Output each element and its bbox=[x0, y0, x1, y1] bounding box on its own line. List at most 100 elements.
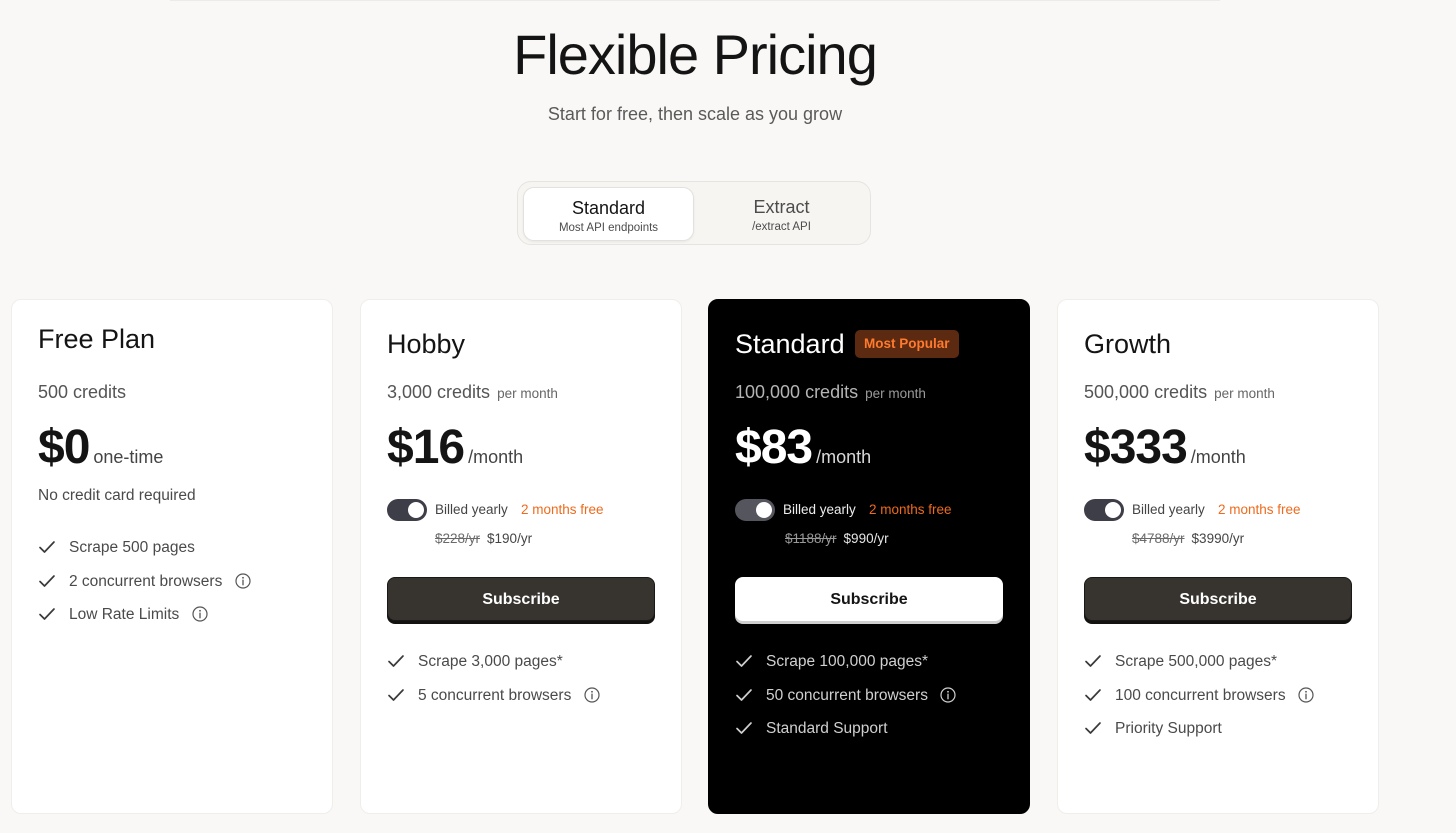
page-subtitle: Start for free, then scale as you grow bbox=[547, 104, 843, 124]
info-icon[interactable] bbox=[1298, 686, 1314, 703]
billed-yearly-toggle[interactable] bbox=[735, 499, 775, 521]
yearly-price-row: $1188/yr $990/yr bbox=[785, 531, 889, 546]
plan-price-unit: /month bbox=[1190, 447, 1246, 467]
feature-item: 5 concurrent browsers bbox=[387, 686, 600, 720]
billed-yearly-toggle[interactable] bbox=[1084, 499, 1124, 521]
plan-credits-period: per month bbox=[497, 386, 558, 401]
plan-name: Growth bbox=[1084, 329, 1172, 359]
toggle-knob bbox=[408, 502, 424, 518]
feature-item: Standard Support bbox=[735, 719, 956, 753]
old-yearly-price: $228/yr bbox=[435, 531, 481, 546]
feature-text: Scrape 100,000 pages* bbox=[766, 653, 929, 670]
feature-text: Scrape 500,000 pages* bbox=[1115, 653, 1278, 670]
subscribe-button[interactable]: Subscribe bbox=[1084, 577, 1352, 621]
info-icon[interactable] bbox=[584, 686, 600, 703]
check-icon bbox=[1085, 688, 1101, 701]
feature-text: 2 concurrent browsers bbox=[69, 572, 223, 590]
old-yearly-price: $4788/yr bbox=[1132, 531, 1185, 546]
product-toggle-standard-sublabel: Most API endpoints bbox=[558, 222, 659, 234]
plan-price: $16/month bbox=[387, 418, 523, 487]
plan-name: Hobby bbox=[387, 329, 466, 359]
plan-price-amount: $16 bbox=[387, 421, 465, 474]
months-free-label: 2 months free bbox=[521, 502, 604, 517]
plan-price-amount: $83 bbox=[735, 421, 813, 474]
feature-list: Scrape 500 pages 2 concurrent browsers L… bbox=[38, 538, 251, 639]
new-yearly-price: $190/yr bbox=[487, 531, 533, 546]
billed-yearly-label: Billed yearly bbox=[435, 502, 508, 517]
feature-item: Scrape 3,000 pages* bbox=[387, 652, 600, 686]
plan-card-standard: Standard Most Popular 100,000 credits pe… bbox=[708, 299, 1030, 814]
feature-text: 50 concurrent browsers bbox=[766, 686, 928, 704]
info-icon[interactable] bbox=[235, 572, 251, 589]
yearly-price-row: $4788/yr $3990/yr bbox=[1132, 531, 1244, 546]
billed-yearly-toggle[interactable] bbox=[387, 499, 427, 521]
plan-name: Standard bbox=[735, 329, 845, 359]
feature-list: Scrape 500,000 pages* 100 concurrent bro… bbox=[1084, 652, 1314, 753]
plan-price-unit: /month bbox=[468, 447, 524, 467]
check-icon bbox=[39, 608, 55, 620]
feature-item: Scrape 500 pages bbox=[38, 538, 251, 572]
subscribe-button[interactable]: Subscribe bbox=[387, 577, 655, 621]
page-title: Flexible Pricing bbox=[513, 23, 878, 86]
check-icon bbox=[388, 688, 404, 701]
product-toggle-extract-label: Extract bbox=[753, 197, 810, 217]
top-divider bbox=[170, 0, 1220, 1]
feature-item: 50 concurrent browsers bbox=[735, 686, 956, 720]
billed-yearly-label: Billed yearly bbox=[1132, 502, 1205, 517]
product-toggle-extract-sublabel: /extract API bbox=[752, 221, 811, 233]
subscribe-button[interactable]: Subscribe bbox=[735, 577, 1003, 621]
check-icon bbox=[388, 655, 404, 667]
info-icon[interactable] bbox=[191, 606, 208, 622]
feature-text: 100 concurrent browsers bbox=[1115, 686, 1286, 704]
product-toggle: Standard Most API endpoints Extract /ext… bbox=[517, 181, 871, 245]
check-icon bbox=[736, 688, 752, 701]
feature-list: Scrape 100,000 pages* 50 concurrent brow… bbox=[735, 652, 956, 753]
new-yearly-price: $3990/yr bbox=[1191, 531, 1245, 546]
check-icon bbox=[1085, 655, 1101, 667]
plan-name: Free Plan bbox=[38, 324, 156, 354]
plan-credits-amount: 3,000 credits bbox=[387, 382, 491, 402]
check-icon bbox=[736, 722, 752, 734]
plan-credits-amount: 500 credits bbox=[38, 382, 127, 402]
product-toggle-extract[interactable]: Extract /extract API bbox=[696, 187, 867, 241]
check-icon bbox=[1085, 722, 1101, 734]
feature-text: Scrape 3,000 pages* bbox=[418, 653, 563, 670]
old-yearly-price: $1188/yr bbox=[785, 531, 837, 546]
plan-price-unit: one-time bbox=[93, 447, 164, 467]
feature-item: 2 concurrent browsers bbox=[38, 572, 251, 606]
plan-price: $333/month bbox=[1084, 418, 1246, 487]
yearly-price-row: $228/yr $190/yr bbox=[435, 531, 532, 546]
plan-credits: 500,000 credits per month bbox=[1084, 382, 1275, 403]
feature-text: Low Rate Limits bbox=[69, 606, 180, 623]
plan-price: $0 one-time bbox=[38, 418, 163, 487]
plan-price: $83/month bbox=[735, 418, 871, 487]
feature-text: Standard Support bbox=[766, 720, 888, 737]
feature-text: Priority Support bbox=[1115, 720, 1222, 737]
no-credit-card-note: No credit card required bbox=[38, 487, 196, 504]
billed-yearly-label: Billed yearly bbox=[783, 502, 856, 517]
plan-card-growth: Growth 500,000 credits per month $333/mo… bbox=[1057, 299, 1379, 814]
product-toggle-standard[interactable]: Standard Most API endpoints bbox=[523, 187, 694, 241]
plan-credits-period: per month bbox=[1214, 386, 1275, 401]
plan-card-free: Free Plan 500 credits $0 one-time No cred… bbox=[11, 299, 333, 814]
feature-list: Scrape 3,000 pages* 5 concurrent browser… bbox=[387, 652, 600, 719]
plan-price-amount: $0 bbox=[38, 421, 90, 474]
months-free-label: 2 months free bbox=[1218, 502, 1301, 517]
check-icon bbox=[39, 541, 55, 553]
feature-item: Scrape 100,000 pages* bbox=[735, 652, 956, 686]
plan-price-unit: /month bbox=[816, 447, 872, 467]
check-icon bbox=[39, 574, 55, 587]
feature-text: Scrape 500 pages bbox=[69, 539, 195, 556]
info-icon[interactable] bbox=[940, 686, 956, 703]
most-popular-badge: Most Popular bbox=[855, 330, 959, 358]
new-yearly-price: $990/yr bbox=[843, 531, 889, 546]
plan-card-hobby: Hobby 3,000 credits per month $16/month … bbox=[360, 299, 682, 814]
plan-credits: 3,000 credits per month bbox=[387, 382, 558, 403]
plan-credits-period: per month bbox=[865, 386, 926, 401]
toggle-knob bbox=[1105, 502, 1121, 518]
plan-price-amount: $333 bbox=[1084, 421, 1188, 474]
plan-credits-amount: 100,000 credits bbox=[735, 382, 859, 402]
months-free-label: 2 months free bbox=[869, 502, 952, 517]
plan-credits: 500 credits bbox=[38, 382, 126, 403]
plan-credits-amount: 500,000 credits bbox=[1084, 382, 1208, 402]
